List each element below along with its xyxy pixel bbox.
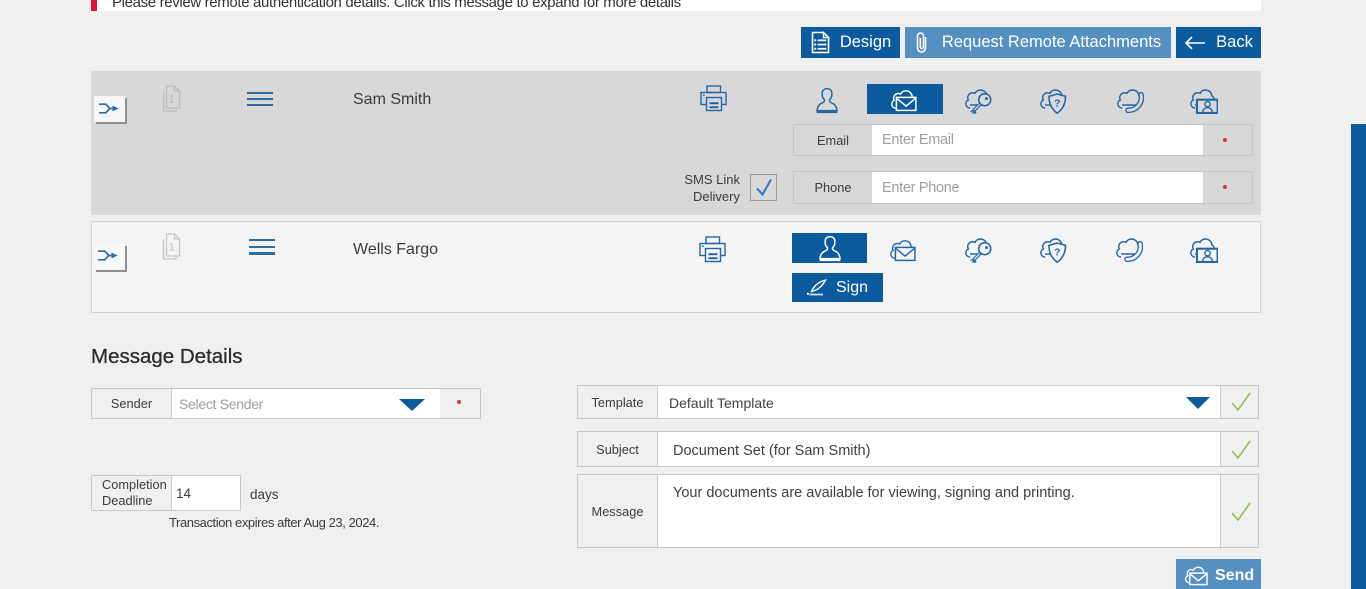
svg-text:1: 1 [168, 242, 174, 254]
svg-text:1: 1 [168, 94, 174, 106]
svg-text:?: ? [1054, 98, 1060, 109]
svg-text:?: ? [1054, 247, 1060, 258]
